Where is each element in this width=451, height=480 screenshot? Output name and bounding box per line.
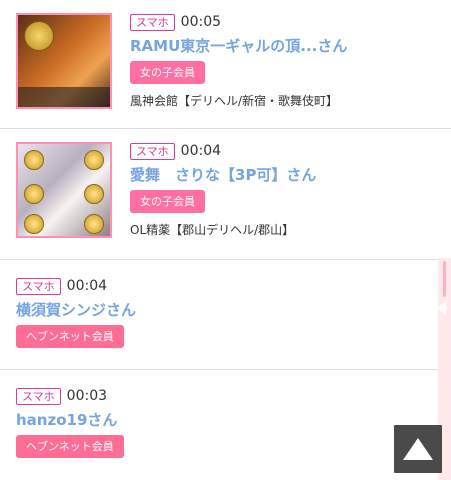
member-type-badge: ヘブンネット会員 xyxy=(16,435,124,458)
timestamp: 00:05 xyxy=(180,14,222,30)
device-badge: スマホ xyxy=(16,277,61,295)
activity-feed: スマホ 00:05 RAMU東京一ギャルの頂...さん 女の子会員 風神会館【デ… xyxy=(0,0,451,480)
feed-item[interactable]: スマホ 00:05 RAMU東京一ギャルの頂...さん 女の子会員 風神会館【デ… xyxy=(0,0,451,129)
award-medal-icon xyxy=(24,150,44,170)
scrollbar-thumb[interactable] xyxy=(443,261,446,297)
member-name-link[interactable]: RAMU東京一ギャルの頂...さん xyxy=(130,36,441,56)
device-badge: スマホ xyxy=(130,13,175,31)
timestamp: 00:04 xyxy=(66,278,108,294)
award-medal-icon xyxy=(24,184,44,204)
rank-badge-icon xyxy=(24,21,54,51)
feed-item[interactable]: スマホ 00:04 愛舞 さりな【3P可】さん 女の子会員 OL精薬【郡山デリヘ… xyxy=(0,129,451,260)
shop-name: 風神会館【デリヘル/新宿・歌舞伎町】 xyxy=(130,94,339,108)
award-medal-icon xyxy=(84,150,104,170)
shop-name: OL精薬【郡山デリヘル/郡山】 xyxy=(130,223,295,237)
member-name-link[interactable]: hanzo19さん xyxy=(16,410,441,430)
timestamp: 00:03 xyxy=(66,388,108,404)
award-medal-icon xyxy=(84,184,104,204)
back-to-top-button[interactable] xyxy=(394,425,442,473)
award-medal-icon xyxy=(84,214,104,234)
device-badge: スマホ xyxy=(130,142,175,160)
feed-item[interactable]: スマホ 00:03 hanzo19さん ヘブンネット会員 xyxy=(0,370,451,480)
scroll-notch xyxy=(438,300,446,316)
thumbnail-overlay xyxy=(18,87,110,107)
member-type-badge: 女の子会員 xyxy=(130,190,205,213)
profile-thumbnail[interactable] xyxy=(16,142,112,238)
member-type-badge: ヘブンネット会員 xyxy=(16,325,124,348)
up-triangle-icon xyxy=(403,438,433,460)
profile-thumbnail[interactable] xyxy=(16,13,112,109)
device-badge: スマホ xyxy=(16,387,61,405)
member-name-link[interactable]: 横須賀シンジさん xyxy=(16,300,441,320)
timestamp: 00:04 xyxy=(180,143,222,159)
feed-item[interactable]: スマホ 00:04 横須賀シンジさん ヘブンネット会員 xyxy=(0,260,451,370)
award-medal-icon xyxy=(24,214,44,234)
member-name-link[interactable]: 愛舞 さりな【3P可】さん xyxy=(130,165,441,185)
member-type-badge: 女の子会員 xyxy=(130,61,205,84)
